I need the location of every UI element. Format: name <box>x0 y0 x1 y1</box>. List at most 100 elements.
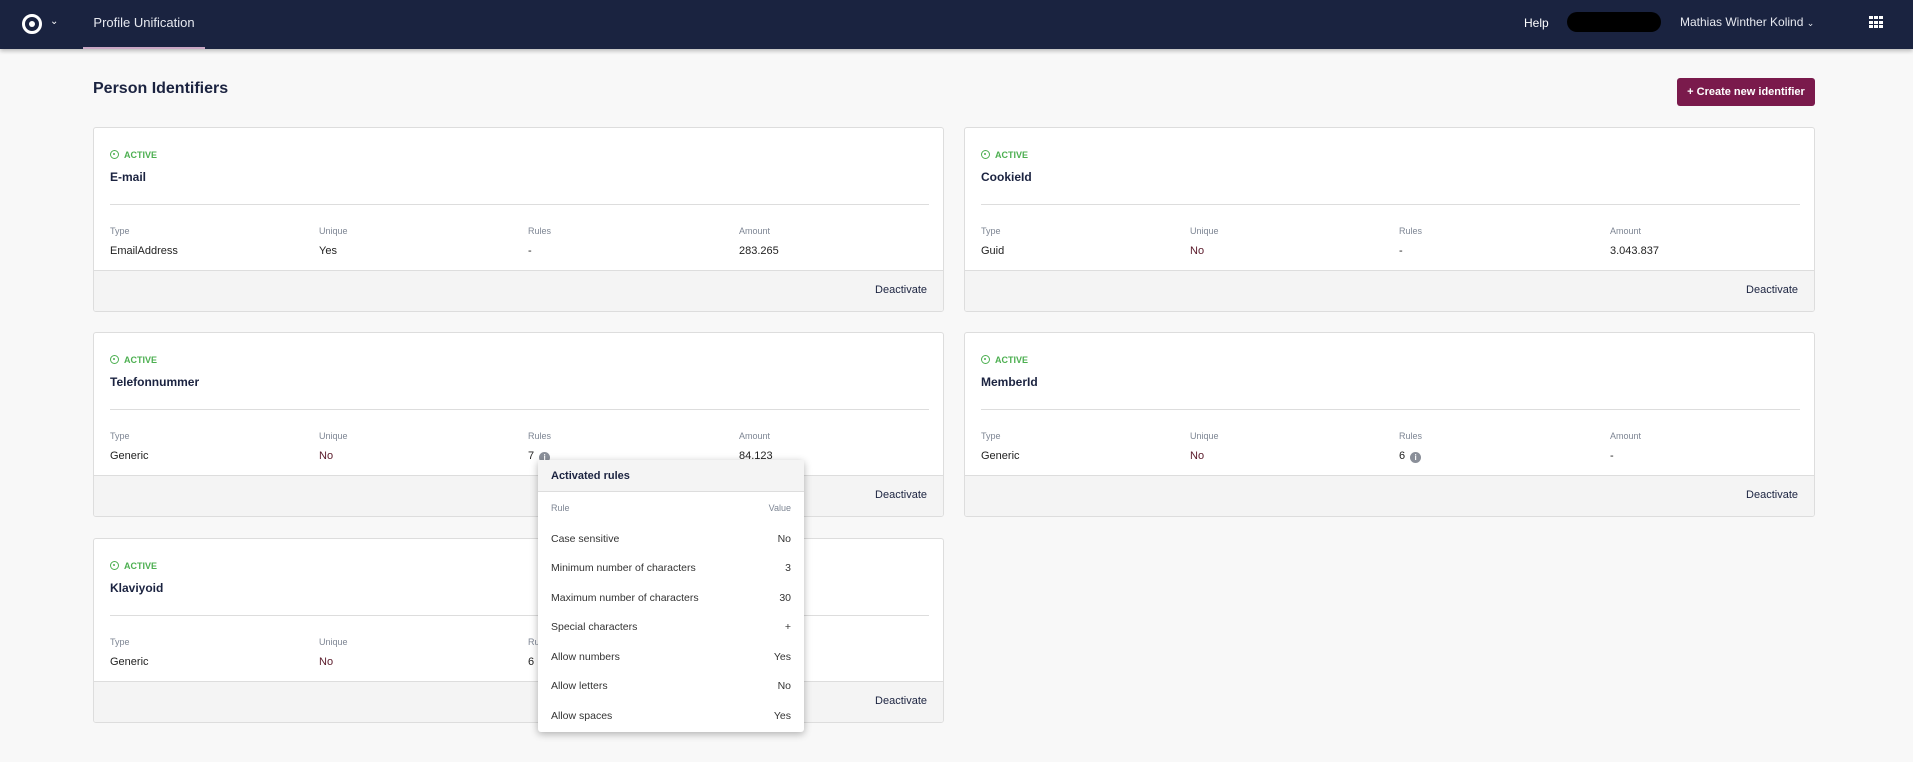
rule-value: 3 <box>785 562 791 575</box>
rules-count: 7 <box>528 450 535 462</box>
type-value: Guid <box>981 245 1005 257</box>
type-value: Generic <box>110 450 149 462</box>
help-link[interactable]: Help <box>1524 16 1549 30</box>
rules-value: - <box>528 245 532 257</box>
deactivate-button[interactable]: Deactivate <box>875 695 927 707</box>
unique-label: Unique <box>319 226 348 236</box>
identifier-card: ACTIVE Telefonnummer Type Unique Rules A… <box>93 332 944 517</box>
rule-name: Case sensitive <box>551 532 620 545</box>
col-rule: Rule <box>551 503 570 513</box>
rule-value: 30 <box>779 591 791 604</box>
popover-title: Activated rules <box>538 460 804 492</box>
rules-label: Rules <box>1399 226 1423 236</box>
active-icon <box>981 355 990 364</box>
rule-row: Allow letters No <box>538 672 804 702</box>
status-badge: ACTIVE <box>110 150 157 160</box>
deactivate-button[interactable]: Deactivate <box>875 284 927 296</box>
active-icon <box>110 561 119 570</box>
card-footer: Deactivate <box>965 475 1814 516</box>
popover-header-row: Rule Value <box>538 492 804 524</box>
rule-value: + <box>784 621 791 634</box>
rules-value: 6i <box>1399 450 1422 463</box>
identifier-name: MemberId <box>981 375 1038 389</box>
status-badge: ACTIVE <box>981 355 1028 365</box>
deactivate-button[interactable]: Deactivate <box>1746 489 1798 501</box>
amount-value: - <box>1610 450 1614 462</box>
rule-name: Special characters <box>551 621 638 634</box>
rules-label: Rules <box>528 226 552 236</box>
card-footer: Deactivate <box>965 270 1814 311</box>
divider <box>110 204 929 205</box>
identifier-name: CookieId <box>981 170 1032 184</box>
rules-label: Rules <box>528 431 552 441</box>
divider <box>110 615 929 616</box>
rule-row: Allow spaces Yes <box>538 701 804 731</box>
identifier-card: ACTIVE Klaviyoid Type Unique Rules Amoun… <box>93 538 944 723</box>
rules-count: 6 <box>528 656 535 668</box>
top-bar: ⌄ Profile Unification Help Mathias Winth… <box>0 0 1913 49</box>
identifier-name: Telefonnummer <box>110 375 200 389</box>
amount-value: 283.265 <box>739 245 779 257</box>
identifier-card: ACTIVE E-mail Type Unique Rules Amount E… <box>93 127 944 312</box>
type-label: Type <box>110 226 130 236</box>
amount-value: 3.043.837 <box>1610 245 1659 257</box>
deactivate-button[interactable]: Deactivate <box>1746 284 1798 296</box>
type-value: Generic <box>110 656 149 668</box>
status-text: ACTIVE <box>124 561 158 571</box>
user-menu[interactable]: Mathias Winther Kolind ⌄ <box>1680 15 1814 29</box>
rules-value: - <box>1399 245 1403 257</box>
tab-profile-unification[interactable]: Profile Unification <box>83 0 205 49</box>
info-icon[interactable]: i <box>1410 452 1422 463</box>
rule-value: Yes <box>773 709 791 722</box>
divider <box>981 204 1800 205</box>
divider <box>110 409 929 410</box>
type-label: Type <box>981 431 1001 441</box>
unique-label: Unique <box>319 637 348 647</box>
chevron-down-icon[interactable]: ⌄ <box>50 16 58 27</box>
identifier-card: ACTIVE CookieId Type Unique Rules Amount… <box>964 127 1815 312</box>
rules-count: - <box>528 245 532 257</box>
type-label: Type <box>110 431 130 441</box>
unique-value: No <box>319 656 334 668</box>
rule-value: No <box>777 532 791 545</box>
rules-label: Rules <box>1399 431 1423 441</box>
identifier-card: ACTIVE MemberId Type Unique Rules Amount… <box>964 332 1815 517</box>
rule-row: Minimum number of characters 3 <box>538 554 804 584</box>
active-icon <box>110 150 119 159</box>
grid-icon[interactable] <box>1869 16 1883 29</box>
type-value: Generic <box>981 450 1020 462</box>
rule-value: No <box>777 680 791 693</box>
page-title: Person Identifiers <box>93 80 229 97</box>
status-badge: ACTIVE <box>981 150 1028 160</box>
active-icon <box>981 150 990 159</box>
unique-value: No <box>1190 245 1205 257</box>
amount-label: Amount <box>739 431 771 441</box>
rule-name: Allow letters <box>551 680 608 693</box>
rules-count: 6 <box>1399 450 1406 462</box>
rule-name: Allow spaces <box>551 709 613 722</box>
deactivate-button[interactable]: Deactivate <box>875 489 927 501</box>
card-footer: Deactivate <box>94 681 943 722</box>
divider <box>981 409 1800 410</box>
rule-name: Allow numbers <box>551 650 620 663</box>
card-footer: Deactivate <box>94 270 943 311</box>
unique-label: Unique <box>319 431 348 441</box>
rule-row: Case sensitive No <box>538 524 804 554</box>
chevron-down-icon: ⌄ <box>1806 18 1815 28</box>
type-label: Type <box>110 637 130 647</box>
logo-icon[interactable] <box>22 14 42 34</box>
active-icon <box>110 355 119 364</box>
type-label: Type <box>981 226 1001 236</box>
redacted-area <box>1567 12 1661 32</box>
identifier-name: Klaviyoid <box>110 581 164 595</box>
rule-row: Maximum number of characters 30 <box>538 583 804 613</box>
rule-row: Special characters + <box>538 613 804 643</box>
type-value: EmailAddress <box>110 245 178 257</box>
create-identifier-button[interactable]: + Create new identifier <box>1677 78 1815 106</box>
rules-count: - <box>1399 245 1403 257</box>
status-text: ACTIVE <box>995 150 1029 160</box>
status-text: ACTIVE <box>995 355 1029 365</box>
status-badge: ACTIVE <box>110 561 157 571</box>
amount-label: Amount <box>1610 431 1642 441</box>
amount-label: Amount <box>1610 226 1642 236</box>
